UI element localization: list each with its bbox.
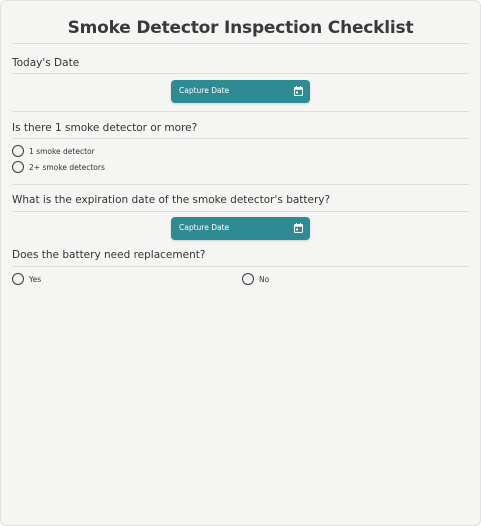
section-divider [12,184,469,185]
radio-no[interactable] [242,273,254,285]
section-divider [12,111,469,112]
question-divider [12,211,469,212]
question-divider [12,73,469,74]
question-todays-date-label: Today's Date [12,57,80,69]
radio-yes[interactable] [12,273,24,285]
question-battery-expiration-label: What is the expiration date of the smoke… [12,194,331,206]
radio-2-plus-smoke-detectors[interactable] [12,161,24,173]
capture-date-label: Capture Date [179,86,230,95]
title-divider [12,43,469,44]
checklist-form: Smoke Detector Inspection Checklist Toda… [0,0,481,526]
radio-1-smoke-detector[interactable] [12,145,24,157]
option-label: No [259,275,270,284]
question-detector-count-label: Is there 1 smoke detector or more? [12,122,198,134]
option-label: Yes [29,275,42,284]
question-battery-replacement-label: Does the battery need replacement? [12,249,206,261]
capture-todays-date-button[interactable]: Capture Date [171,80,310,103]
question-divider [12,266,469,267]
calendar-icon [294,86,303,96]
capture-battery-expiration-date-button[interactable]: Capture Date [171,217,310,240]
page-title: Smoke Detector Inspection Checklist [67,18,414,38]
option-label: 2+ smoke detectors [29,163,105,172]
calendar-icon [294,223,303,233]
option-label: 1 smoke detector [29,147,95,156]
capture-date-label: Capture Date [179,223,230,232]
question-divider [12,138,469,139]
